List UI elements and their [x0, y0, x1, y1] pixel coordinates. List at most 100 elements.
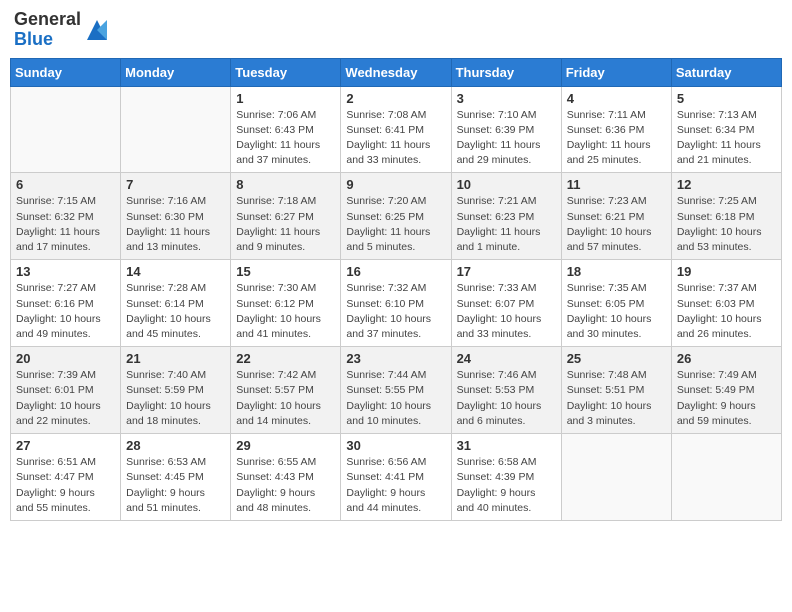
- day-info: Sunrise: 7:27 AM Sunset: 6:16 PM Dayligh…: [16, 281, 115, 342]
- day-number: 22: [236, 351, 335, 366]
- day-number: 6: [16, 177, 115, 192]
- day-number: 19: [677, 264, 776, 279]
- day-info: Sunrise: 7:20 AM Sunset: 6:25 PM Dayligh…: [346, 194, 445, 255]
- calendar-cell: 7Sunrise: 7:16 AM Sunset: 6:30 PM Daylig…: [121, 173, 231, 260]
- day-header-thursday: Thursday: [451, 58, 561, 86]
- calendar-cell: 2 Sunrise: 7:08 AM Sunset: 6:41 PM Daylig…: [341, 86, 451, 173]
- calendar-cell: 15Sunrise: 7:30 AM Sunset: 6:12 PM Dayli…: [231, 260, 341, 347]
- day-number: 16: [346, 264, 445, 279]
- calendar-cell: 10 Sunrise: 7:21 AM Sunset: 6:23 PM Dayli…: [451, 173, 561, 260]
- calendar-table: SundayMondayTuesdayWednesdayThursdayFrid…: [10, 58, 782, 521]
- day-info: Sunrise: 7:23 AM Sunset: 6:21 PM Dayligh…: [567, 194, 666, 255]
- day-info: Sunrise: 6:51 AM Sunset: 4:47 PM Dayligh…: [16, 455, 115, 516]
- day-header-wednesday: Wednesday: [341, 58, 451, 86]
- day-number: 9: [346, 177, 445, 192]
- day-info: Sunrise: 7:46 AM Sunset: 5:53 PM Dayligh…: [457, 368, 556, 429]
- calendar-cell: 21Sunrise: 7:40 AM Sunset: 5:59 PM Dayli…: [121, 347, 231, 434]
- logo-general-text: General: [14, 9, 81, 29]
- day-info: Sunrise: 7:08 AM Sunset: 6:41 PM Dayligh…: [346, 108, 445, 169]
- calendar-cell: 18 Sunrise: 7:35 AM Sunset: 6:05 PM Dayli…: [561, 260, 671, 347]
- day-number: 10: [457, 177, 556, 192]
- day-number: 20: [16, 351, 115, 366]
- day-info: Sunrise: 7:42 AM Sunset: 5:57 PM Dayligh…: [236, 368, 335, 429]
- day-number: 26: [677, 351, 776, 366]
- day-header-friday: Friday: [561, 58, 671, 86]
- calendar-cell: 24 Sunrise: 7:46 AM Sunset: 5:53 PM Dayli…: [451, 347, 561, 434]
- calendar-cell: 9 Sunrise: 7:20 AM Sunset: 6:25 PM Daylig…: [341, 173, 451, 260]
- logo: General Blue: [14, 10, 111, 50]
- calendar-cell: 17 Sunrise: 7:33 AM Sunset: 6:07 PM Dayli…: [451, 260, 561, 347]
- logo-icon: [83, 16, 111, 44]
- day-number: 29: [236, 438, 335, 453]
- calendar-cell: 19 Sunrise: 7:37 AM Sunset: 6:03 PM Dayli…: [671, 260, 781, 347]
- day-number: 23: [346, 351, 445, 366]
- day-header-saturday: Saturday: [671, 58, 781, 86]
- day-info: Sunrise: 7:33 AM Sunset: 6:07 PM Dayligh…: [457, 281, 556, 342]
- day-info: Sunrise: 7:13 AM Sunset: 6:34 PM Dayligh…: [677, 108, 776, 169]
- calendar-cell: [561, 434, 671, 521]
- day-info: Sunrise: 7:39 AM Sunset: 6:01 PM Dayligh…: [16, 368, 115, 429]
- calendar-week-row: 13 Sunrise: 7:27 AM Sunset: 6:16 PM Dayli…: [11, 260, 782, 347]
- calendar-cell: 29 Sunrise: 6:55 AM Sunset: 4:43 PM Dayli…: [231, 434, 341, 521]
- day-number: 8: [236, 177, 335, 192]
- day-info: Sunrise: 7:37 AM Sunset: 6:03 PM Dayligh…: [677, 281, 776, 342]
- calendar-cell: 14 Sunrise: 7:28 AM Sunset: 6:14 PM Dayli…: [121, 260, 231, 347]
- day-number: 3: [457, 91, 556, 106]
- day-info: Sunrise: 6:56 AM Sunset: 4:41 PM Dayligh…: [346, 455, 445, 516]
- calendar-week-row: 27Sunrise: 6:51 AM Sunset: 4:47 PM Dayli…: [11, 434, 782, 521]
- calendar-cell: 11Sunrise: 7:23 AM Sunset: 6:21 PM Dayli…: [561, 173, 671, 260]
- calendar-cell: 4 Sunrise: 7:11 AM Sunset: 6:36 PM Daylig…: [561, 86, 671, 173]
- day-info: Sunrise: 7:25 AM Sunset: 6:18 PM Dayligh…: [677, 194, 776, 255]
- day-info: Sunrise: 7:48 AM Sunset: 5:51 PM Dayligh…: [567, 368, 666, 429]
- day-number: 18: [567, 264, 666, 279]
- day-header-monday: Monday: [121, 58, 231, 86]
- day-number: 31: [457, 438, 556, 453]
- day-info: Sunrise: 7:44 AM Sunset: 5:55 PM Dayligh…: [346, 368, 445, 429]
- day-header-sunday: Sunday: [11, 58, 121, 86]
- day-number: 14: [126, 264, 225, 279]
- day-info: Sunrise: 7:49 AM Sunset: 5:49 PM Dayligh…: [677, 368, 776, 429]
- day-number: 13: [16, 264, 115, 279]
- calendar-cell: 8 Sunrise: 7:18 AM Sunset: 6:27 PM Daylig…: [231, 173, 341, 260]
- calendar-week-row: 20 Sunrise: 7:39 AM Sunset: 6:01 PM Dayli…: [11, 347, 782, 434]
- calendar-cell: 25 Sunrise: 7:48 AM Sunset: 5:51 PM Dayli…: [561, 347, 671, 434]
- page-header: General Blue: [10, 10, 782, 50]
- calendar-cell: 27Sunrise: 6:51 AM Sunset: 4:47 PM Dayli…: [11, 434, 121, 521]
- calendar-cell: [11, 86, 121, 173]
- calendar-cell: [671, 434, 781, 521]
- calendar-header-row: SundayMondayTuesdayWednesdayThursdayFrid…: [11, 58, 782, 86]
- day-info: Sunrise: 7:35 AM Sunset: 6:05 PM Dayligh…: [567, 281, 666, 342]
- day-number: 28: [126, 438, 225, 453]
- day-number: 5: [677, 91, 776, 106]
- day-info: Sunrise: 7:21 AM Sunset: 6:23 PM Dayligh…: [457, 194, 556, 255]
- calendar-cell: 3 Sunrise: 7:10 AM Sunset: 6:39 PM Daylig…: [451, 86, 561, 173]
- day-info: Sunrise: 7:06 AM Sunset: 6:43 PM Dayligh…: [236, 108, 335, 169]
- calendar-week-row: 6 Sunrise: 7:15 AM Sunset: 6:32 PM Daylig…: [11, 173, 782, 260]
- day-number: 1: [236, 91, 335, 106]
- day-number: 4: [567, 91, 666, 106]
- day-info: Sunrise: 7:16 AM Sunset: 6:30 PM Dayligh…: [126, 194, 225, 255]
- calendar-cell: 5 Sunrise: 7:13 AM Sunset: 6:34 PM Daylig…: [671, 86, 781, 173]
- calendar-cell: 20 Sunrise: 7:39 AM Sunset: 6:01 PM Dayli…: [11, 347, 121, 434]
- day-info: Sunrise: 6:58 AM Sunset: 4:39 PM Dayligh…: [457, 455, 556, 516]
- day-number: 17: [457, 264, 556, 279]
- day-info: Sunrise: 7:28 AM Sunset: 6:14 PM Dayligh…: [126, 281, 225, 342]
- day-info: Sunrise: 7:15 AM Sunset: 6:32 PM Dayligh…: [16, 194, 115, 255]
- day-info: Sunrise: 7:40 AM Sunset: 5:59 PM Dayligh…: [126, 368, 225, 429]
- day-info: Sunrise: 7:10 AM Sunset: 6:39 PM Dayligh…: [457, 108, 556, 169]
- calendar-cell: 23 Sunrise: 7:44 AM Sunset: 5:55 PM Dayli…: [341, 347, 451, 434]
- day-info: Sunrise: 7:18 AM Sunset: 6:27 PM Dayligh…: [236, 194, 335, 255]
- calendar-cell: 28Sunrise: 6:53 AM Sunset: 4:45 PM Dayli…: [121, 434, 231, 521]
- calendar-cell: [121, 86, 231, 173]
- calendar-cell: 22 Sunrise: 7:42 AM Sunset: 5:57 PM Dayli…: [231, 347, 341, 434]
- calendar-cell: 6 Sunrise: 7:15 AM Sunset: 6:32 PM Daylig…: [11, 173, 121, 260]
- day-number: 25: [567, 351, 666, 366]
- calendar-week-row: 1 Sunrise: 7:06 AM Sunset: 6:43 PM Daylig…: [11, 86, 782, 173]
- calendar-cell: 1 Sunrise: 7:06 AM Sunset: 6:43 PM Daylig…: [231, 86, 341, 173]
- day-info: Sunrise: 7:11 AM Sunset: 6:36 PM Dayligh…: [567, 108, 666, 169]
- day-number: 2: [346, 91, 445, 106]
- calendar-cell: 13 Sunrise: 7:27 AM Sunset: 6:16 PM Dayli…: [11, 260, 121, 347]
- day-info: Sunrise: 7:30 AM Sunset: 6:12 PM Dayligh…: [236, 281, 335, 342]
- day-number: 24: [457, 351, 556, 366]
- day-info: Sunrise: 6:55 AM Sunset: 4:43 PM Dayligh…: [236, 455, 335, 516]
